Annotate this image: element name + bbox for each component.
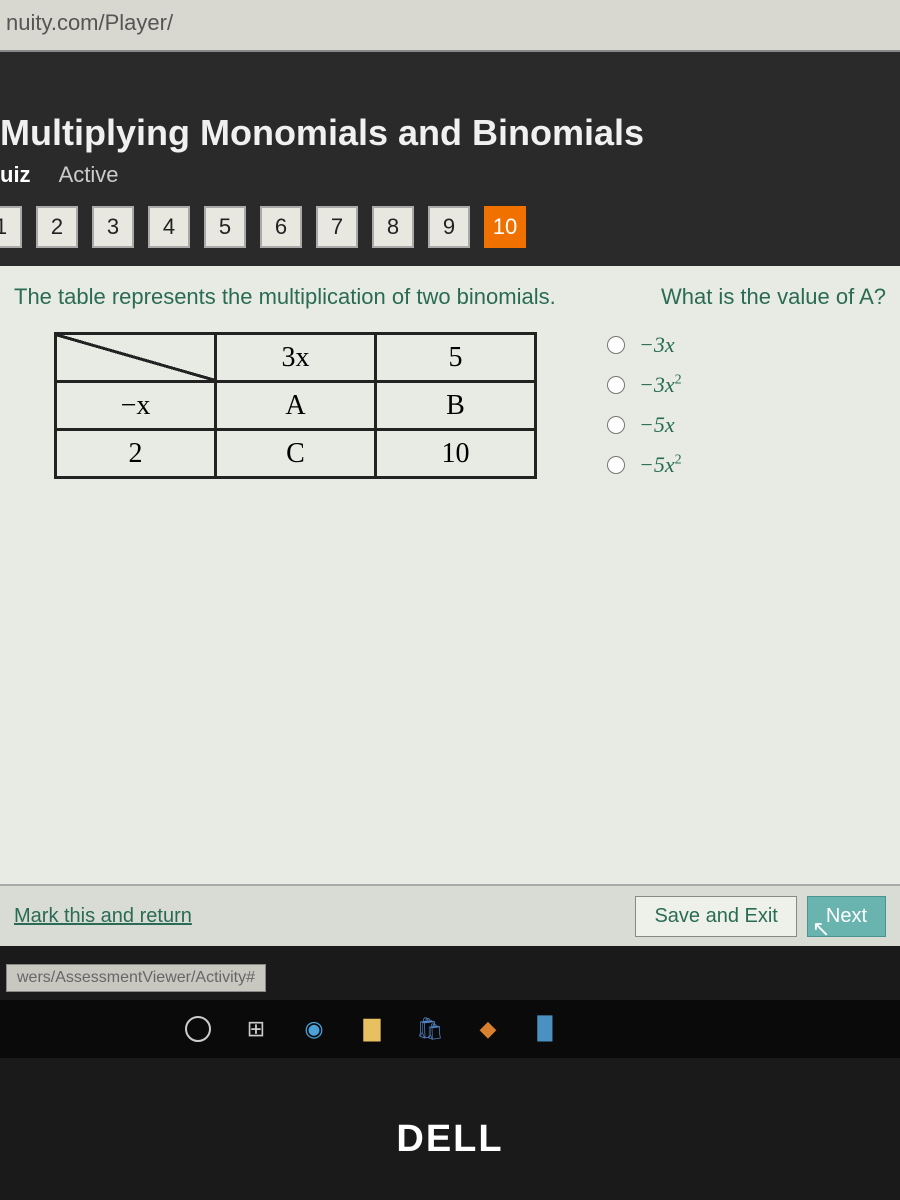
lesson-title: Multiplying Monomials and Binomials xyxy=(0,112,900,162)
mark-return-link[interactable]: Mark this and return xyxy=(14,905,192,928)
next-button[interactable]: ↖ Next xyxy=(807,896,886,937)
table-cell-r2-c2: 10 xyxy=(376,430,536,478)
save-exit-button[interactable]: Save and Exit xyxy=(635,896,796,937)
quiz-label: uiz xyxy=(0,162,31,188)
url-text: nuity.com/Player/ xyxy=(6,10,173,35)
choice-radio-1[interactable] xyxy=(607,376,625,394)
choice-text-1: −3x2 xyxy=(639,372,682,398)
multiplication-table: 3x5 −xAB 2C10 xyxy=(54,332,537,479)
prompt-row: The table represents the multiplication … xyxy=(14,284,886,310)
app-frame: Multiplying Monomials and Binomials uiz … xyxy=(0,52,900,946)
question-nav-4[interactable]: 4 xyxy=(148,206,190,248)
table-cell-r1-c2: B xyxy=(376,382,536,430)
edge-icon[interactable]: ◉ xyxy=(296,1011,332,1047)
choice-radio-3[interactable] xyxy=(607,456,625,474)
bottom-bar: Mark this and return Save and Exit ↖ Nex… xyxy=(0,884,900,946)
choice-2[interactable]: −5x xyxy=(607,412,682,438)
question-nav-1[interactable]: 1 xyxy=(0,206,22,248)
table-cell-r1-c0: −x xyxy=(56,382,216,430)
active-label: Active xyxy=(59,162,119,188)
next-label: Next xyxy=(826,905,867,927)
question-nav-8[interactable]: 8 xyxy=(372,206,414,248)
dell-brand: DELL xyxy=(0,1058,900,1161)
question-nav-5[interactable]: 5 xyxy=(204,206,246,248)
right-buttons: Save and Exit ↖ Next xyxy=(635,896,886,937)
content-row: 3x5 −xAB 2C10 −3x −3x2 −5x −5x2 xyxy=(14,328,886,492)
explorer-icon[interactable]: ▇ xyxy=(354,1011,390,1047)
question-nav-2[interactable]: 2 xyxy=(36,206,78,248)
status-path: wers/AssessmentViewer/Activity# xyxy=(6,964,266,992)
choice-radio-0[interactable] xyxy=(607,336,625,354)
question-nav-7[interactable]: 7 xyxy=(316,206,358,248)
table-cell-r1-c1: A xyxy=(216,382,376,430)
answer-choices: −3x −3x2 −5x −5x2 xyxy=(607,332,682,492)
cursor-icon: ↖ xyxy=(812,916,830,942)
question-nav-9[interactable]: 9 xyxy=(428,206,470,248)
choice-0[interactable]: −3x xyxy=(607,332,682,358)
question-nav-3[interactable]: 3 xyxy=(92,206,134,248)
app-icon-1[interactable]: ◆ xyxy=(470,1011,506,1047)
app-icon-2[interactable]: ▉ xyxy=(528,1011,564,1047)
question-nav-6[interactable]: 6 xyxy=(260,206,302,248)
choice-1[interactable]: −3x2 xyxy=(607,372,682,398)
cortana-icon[interactable] xyxy=(180,1011,216,1047)
url-bar[interactable]: nuity.com/Player/ xyxy=(0,0,900,52)
choice-text-0: −3x xyxy=(639,332,675,358)
prompt-right: What is the value of A? xyxy=(661,284,886,310)
choice-text-3: −5x2 xyxy=(639,452,682,478)
table-cell-r0-c1: 3x xyxy=(216,334,376,382)
question-area: The table represents the multiplication … xyxy=(0,266,900,946)
table-cell-r2-c1: C xyxy=(216,430,376,478)
choice-3[interactable]: −5x2 xyxy=(607,452,682,478)
table-cell-r0-c0 xyxy=(56,334,216,382)
store-icon[interactable]: 🛍 xyxy=(412,1011,448,1047)
choice-text-2: −5x xyxy=(639,412,675,438)
subhead: uiz Active xyxy=(0,162,900,206)
table-cell-r2-c0: 2 xyxy=(56,430,216,478)
task-view-icon[interactable]: ⊞ xyxy=(238,1011,274,1047)
status-strip: wers/AssessmentViewer/Activity# xyxy=(0,946,900,1000)
question-nav-10[interactable]: 10 xyxy=(484,206,526,248)
choice-radio-2[interactable] xyxy=(607,416,625,434)
prompt-left: The table represents the multiplication … xyxy=(14,284,556,310)
taskbar[interactable]: ⊞ ◉ ▇ 🛍 ◆ ▉ xyxy=(0,1000,900,1058)
question-nav: 123456789 10 xyxy=(0,206,900,266)
table-cell-r0-c2: 5 xyxy=(376,334,536,382)
